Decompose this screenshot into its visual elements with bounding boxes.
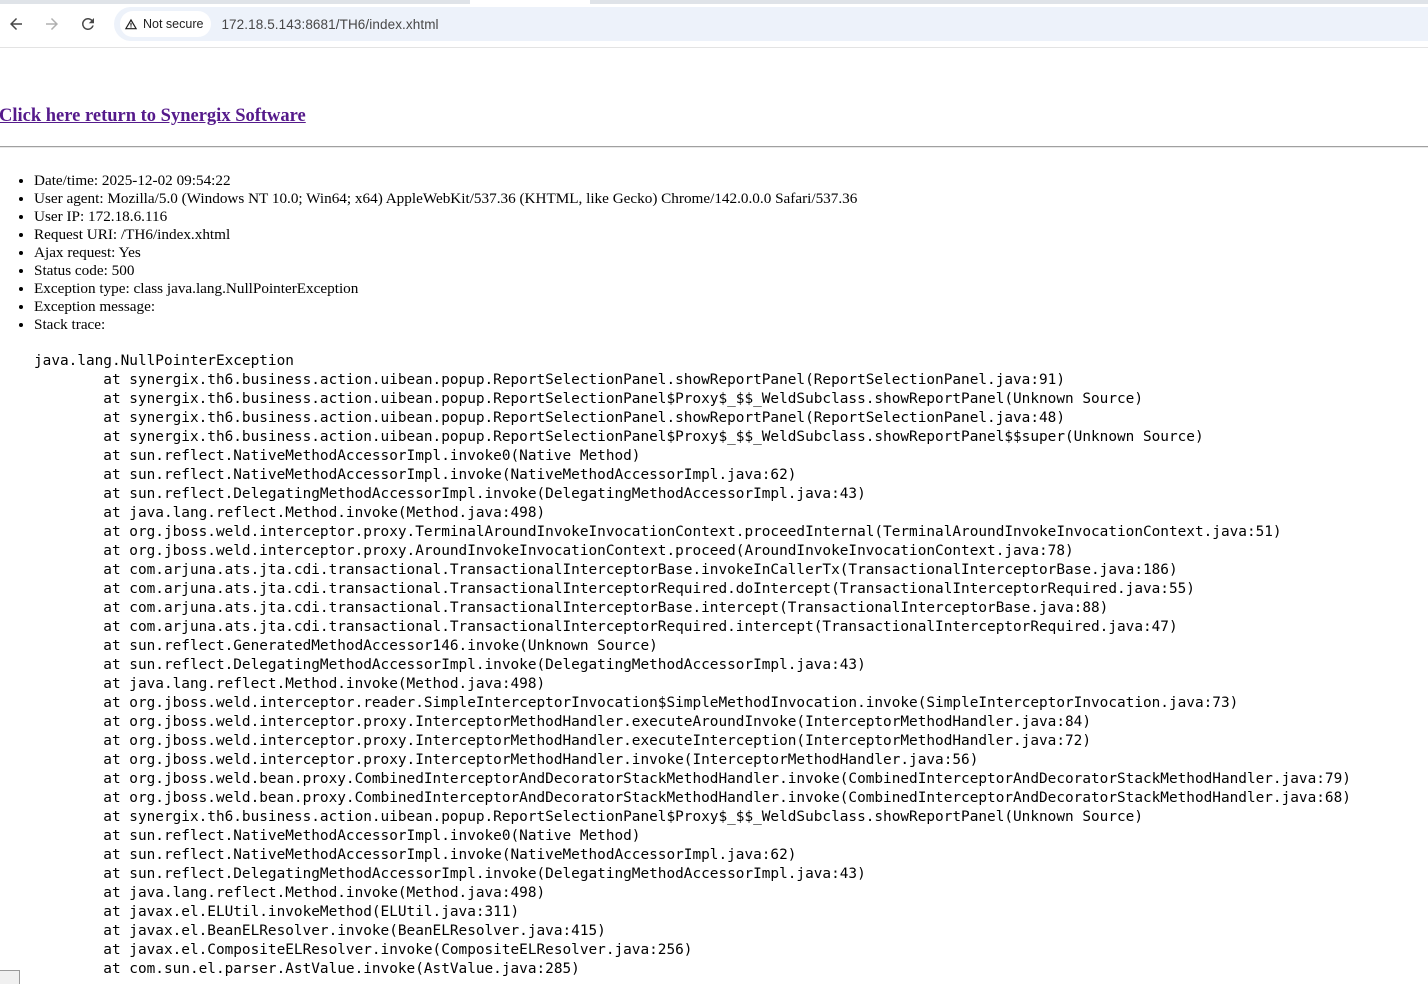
info-label: User IP: bbox=[34, 208, 88, 225]
active-tab[interactable] bbox=[470, 0, 590, 4]
stack-trace-line: at com.sun.el.parser.AstValue.invoke(Ast… bbox=[34, 961, 580, 977]
stack-trace-line: at javax.el.CompositeELResolver.invoke(C… bbox=[34, 942, 693, 958]
info-value: Yes bbox=[118, 244, 141, 261]
stack-trace-line: at com.arjuna.ats.jta.cdi.transactional.… bbox=[34, 581, 1195, 597]
stack-trace-line: at org.jboss.weld.interceptor.proxy.Term… bbox=[34, 524, 1282, 540]
stack-trace-line: at sun.reflect.GeneratedMethodAccessor14… bbox=[34, 638, 658, 654]
stack-trace-line: at synergix.th6.business.action.uibean.p… bbox=[34, 372, 1066, 388]
stack-trace-line: at sun.reflect.DelegatingMethodAccessorI… bbox=[34, 657, 866, 673]
reload-icon bbox=[81, 17, 94, 30]
info-label: Exception message: bbox=[34, 298, 156, 315]
stack-trace-line: at java.lang.reflect.Method.invoke(Metho… bbox=[34, 885, 546, 901]
stack-trace-line: at org.jboss.weld.bean.proxy.CombinedInt… bbox=[34, 790, 1351, 806]
arrow-right-icon bbox=[46, 18, 58, 30]
stack-trace-line: at sun.reflect.NativeMethodAccessorImpl.… bbox=[34, 828, 641, 844]
page-content: Click here return to Synergix Software D… bbox=[0, 48, 1428, 984]
error-info-list: Date/time: 2025-12-02 09:54:22User agent… bbox=[0, 172, 857, 334]
info-item: Exception type: class java.lang.NullPoin… bbox=[34, 280, 857, 298]
stack-trace-line: at org.jboss.weld.interceptor.proxy.Inte… bbox=[34, 714, 1091, 730]
stack-trace-line: at sun.reflect.NativeMethodAccessorImpl.… bbox=[34, 448, 641, 464]
info-item: Request URI: /TH6/index.xhtml bbox=[34, 226, 857, 244]
stack-trace: java.lang.NullPointerException at synerg… bbox=[34, 352, 1351, 979]
stack-trace-line: at sun.reflect.DelegatingMethodAccessorI… bbox=[34, 486, 866, 502]
security-indicator[interactable]: Not secure bbox=[120, 11, 212, 37]
url-text[interactable]: 172.18.5.143:8681/TH6/index.xhtml bbox=[221, 17, 438, 32]
security-label: Not secure bbox=[143, 17, 204, 31]
info-item: Ajax request: Yes bbox=[34, 244, 857, 262]
info-value: 500 bbox=[111, 262, 135, 279]
stack-trace-line: at java.lang.reflect.Method.invoke(Metho… bbox=[34, 676, 546, 692]
arrow-left-icon bbox=[10, 18, 22, 30]
stack-trace-line: at synergix.th6.business.action.uibean.p… bbox=[34, 809, 1143, 825]
info-label: Stack trace: bbox=[34, 316, 106, 333]
info-label: Status code: bbox=[34, 262, 112, 279]
info-label: Request URI: bbox=[34, 226, 121, 243]
stack-trace-line: at sun.reflect.NativeMethodAccessorImpl.… bbox=[34, 467, 797, 483]
info-value: Mozilla/5.0 (Windows NT 10.0; Win64; x64… bbox=[107, 190, 858, 207]
info-item: Stack trace: bbox=[34, 316, 857, 334]
stack-trace-line: at com.arjuna.ats.jta.cdi.transactional.… bbox=[34, 619, 1178, 635]
stack-trace-line: at synergix.th6.business.action.uibean.p… bbox=[34, 429, 1204, 445]
info-value: 2025-12-02 09:54:22 bbox=[101, 172, 231, 189]
return-link[interactable]: Click here return to Synergix Software bbox=[0, 106, 306, 127]
stack-trace-line: at synergix.th6.business.action.uibean.p… bbox=[34, 391, 1143, 407]
info-value: class java.lang.NullPointerException bbox=[133, 280, 359, 297]
info-label: Exception type: bbox=[34, 280, 134, 297]
stack-trace-line: at com.arjuna.ats.jta.cdi.transactional.… bbox=[34, 600, 1109, 616]
scrollbar-corner[interactable] bbox=[0, 970, 20, 984]
reload-button[interactable] bbox=[74, 10, 102, 38]
stack-trace-line: at javax.el.BeanELResolver.invoke(BeanEL… bbox=[34, 923, 606, 939]
info-item: User IP: 172.18.6.116 bbox=[34, 208, 857, 226]
tab-strip bbox=[0, 0, 1428, 4]
stack-trace-line: java.lang.NullPointerException bbox=[34, 353, 294, 369]
forward-button[interactable] bbox=[38, 10, 66, 38]
back-button[interactable] bbox=[2, 10, 30, 38]
info-item: Date/time: 2025-12-02 09:54:22 bbox=[34, 172, 857, 190]
info-label: User agent: bbox=[34, 190, 108, 207]
info-item: Status code: 500 bbox=[34, 262, 857, 280]
info-label: Ajax request: bbox=[34, 244, 119, 261]
stack-trace-line: at sun.reflect.DelegatingMethodAccessorI… bbox=[34, 866, 866, 882]
stack-trace-line: at org.jboss.weld.interceptor.proxy.Inte… bbox=[34, 733, 1091, 749]
stack-trace-line: at javax.el.ELUtil.invokeMethod(ELUtil.j… bbox=[34, 904, 520, 920]
stack-trace-line: at com.arjuna.ats.jta.cdi.transactional.… bbox=[34, 562, 1178, 578]
address-bar[interactable]: Not secure 172.18.5.143:8681/TH6/index.x… bbox=[114, 7, 1428, 41]
stack-trace-line: at org.jboss.weld.interceptor.reader.Sim… bbox=[34, 695, 1239, 711]
info-item: Exception message: bbox=[34, 298, 857, 316]
stack-trace-line: at synergix.th6.business.action.uibean.p… bbox=[34, 410, 1066, 426]
info-value: /TH6/index.xhtml bbox=[120, 226, 231, 243]
stack-trace-line: at org.jboss.weld.bean.proxy.CombinedInt… bbox=[34, 771, 1351, 787]
stack-trace-line: at java.lang.reflect.Method.invoke(Metho… bbox=[34, 505, 546, 521]
stack-trace-line: at sun.reflect.NativeMethodAccessorImpl.… bbox=[34, 847, 797, 863]
info-item: User agent: Mozilla/5.0 (Windows NT 10.0… bbox=[34, 190, 857, 208]
info-label: Date/time: bbox=[34, 172, 102, 189]
browser-toolbar: Not secure 172.18.5.143:8681/TH6/index.x… bbox=[0, 0, 1428, 48]
horizontal-rule bbox=[0, 146, 1428, 148]
stack-trace-line: at org.jboss.weld.interceptor.proxy.Arou… bbox=[34, 543, 1074, 559]
stack-trace-line: at org.jboss.weld.interceptor.proxy.Inte… bbox=[34, 752, 979, 768]
info-value: 172.18.6.116 bbox=[88, 208, 168, 225]
warning-icon bbox=[124, 18, 138, 30]
